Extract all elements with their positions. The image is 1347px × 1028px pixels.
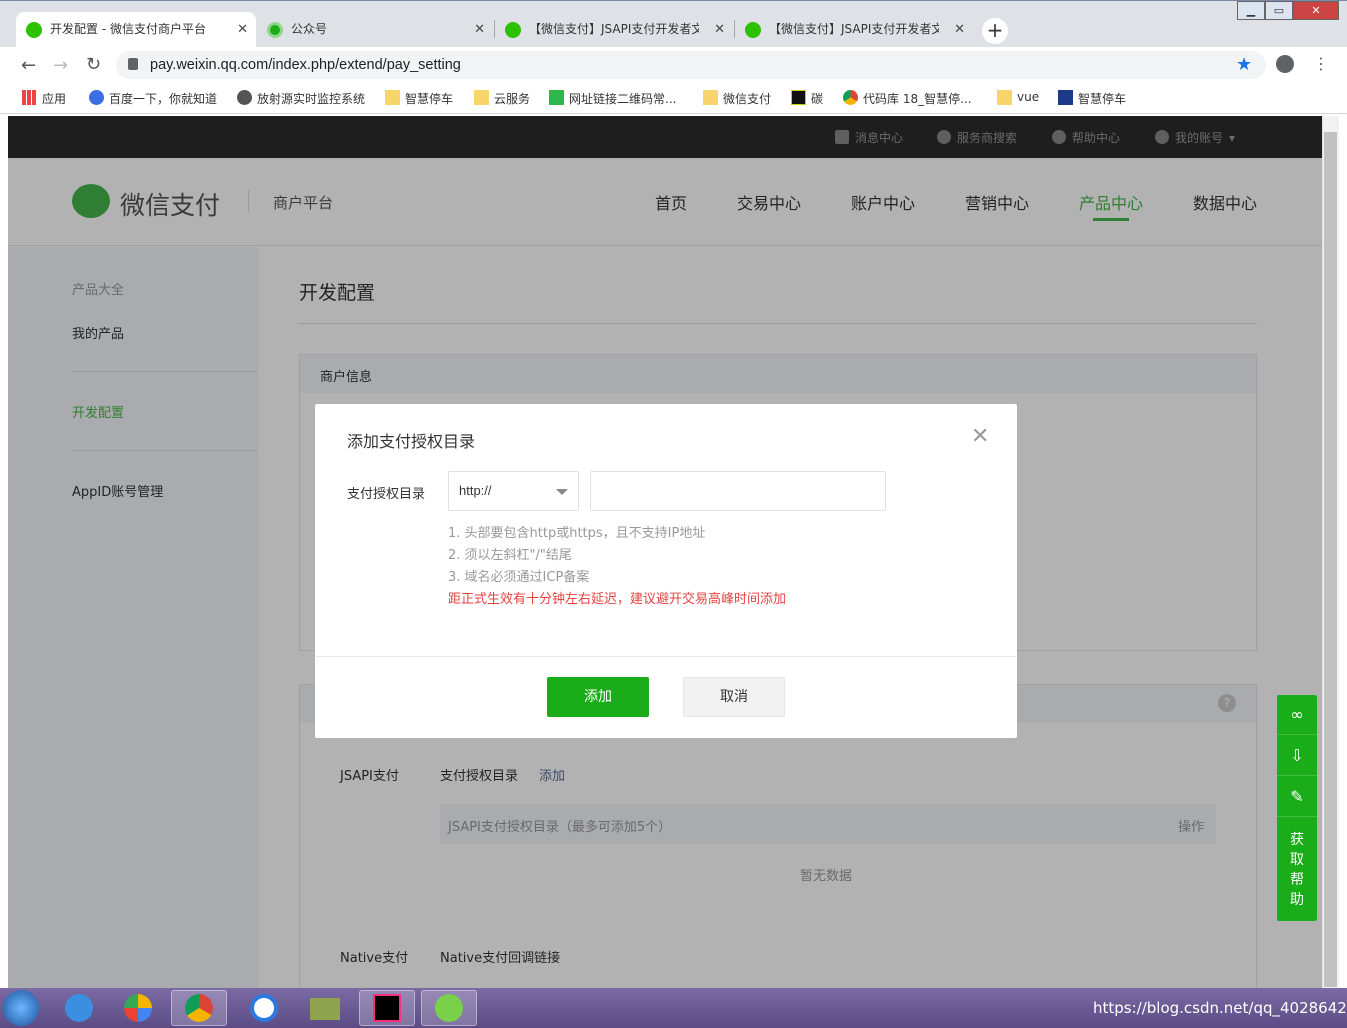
chrome-taskbar-icon[interactable] [171, 990, 227, 1026]
bookmark-label: 智慧停车 [405, 92, 454, 106]
folder-icon [703, 90, 718, 105]
dialog-title: 添加支付授权目录 [347, 432, 476, 451]
back-arrow-icon[interactable]: ← [21, 55, 36, 76]
wechat-taskbar-icon[interactable] [421, 990, 477, 1026]
window-controls: ▁ ▭ ✕ [1237, 1, 1339, 20]
bookmark-parking-2[interactable]: 智慧停车 [1058, 90, 1126, 107]
bookmark-label: vue [1017, 90, 1040, 104]
forward-arrow-icon[interactable]: → [53, 55, 68, 76]
bookmark-baidu[interactable]: 百度一下，你就知道 [89, 90, 217, 107]
menu-dots-icon[interactable]: ⋮ [1313, 54, 1329, 73]
wechat-icon [26, 22, 42, 38]
bookmark-parking[interactable]: 智慧停车 [385, 90, 453, 107]
wechat-mp-icon [267, 22, 283, 38]
folder-icon [474, 90, 489, 105]
add-dir-dialog [315, 404, 1017, 738]
bookmark-qrcode[interactable]: 网址链接二维码常... [549, 90, 676, 107]
scrollbar-thumb[interactable] [1324, 132, 1337, 987]
chevron-down-icon [556, 489, 568, 495]
protocol-value: http:// [459, 483, 492, 498]
qr-icon [549, 90, 564, 105]
baidu-netdisk-icon[interactable] [236, 990, 292, 1026]
tab-active[interactable]: 开发配置 - 微信支付商户平台 ✕ [16, 12, 256, 47]
ie-icon[interactable] [51, 990, 107, 1026]
field-label: 支付授权目录 [347, 487, 426, 502]
maximize-button[interactable]: ▭ [1265, 1, 1293, 20]
bookmark-carbon[interactable]: 碳 [791, 90, 823, 107]
tab-title: 公众号 [291, 22, 328, 36]
get-help-button[interactable]: 获取帮助 [1277, 830, 1317, 910]
bookmark-label: 碳 [811, 92, 824, 106]
apps-grid-icon [22, 90, 37, 105]
bookmark-codebase[interactable]: 代码库 18_智慧停... [843, 90, 972, 107]
bookmark-label: 云服务 [494, 92, 531, 106]
wechat-icon [745, 22, 761, 38]
start-button-icon[interactable] [3, 990, 39, 1026]
hint-3: 3. 域名必须通过ICP备案 [448, 570, 590, 585]
add-button[interactable]: 添加 [547, 677, 649, 717]
unity-folder-icon[interactable] [297, 990, 353, 1026]
tab-close-icon[interactable]: ✕ [714, 12, 725, 47]
hint-2: 2. 须以左斜杠"/"结尾 [448, 548, 572, 563]
bookmark-label: 百度一下，你就知道 [109, 92, 218, 106]
tab-jsapi-doc-1[interactable]: 【微信支付】JSAPI支付开发者文 ✕ [495, 12, 733, 47]
cancel-button[interactable]: 取消 [683, 677, 785, 717]
bookmark-cloud[interactable]: 云服务 [474, 90, 530, 107]
wechat-icon [505, 22, 521, 38]
reload-icon[interactable]: ↻ [86, 54, 101, 75]
url-text[interactable]: pay.weixin.qq.com/index.php/extend/pay_s… [150, 57, 461, 73]
folder-icon [997, 90, 1012, 105]
bookmark-wxpay[interactable]: 微信支付 [703, 90, 771, 107]
tab-close-icon[interactable]: ✕ [237, 12, 248, 47]
chrome-icon [843, 90, 858, 105]
dialog-footer-divider [316, 656, 1016, 657]
bookmark-label: 应用 [42, 92, 67, 106]
tab-jsapi-doc-2[interactable]: 【微信支付】JSAPI支付开发者文 ✕ [735, 12, 973, 47]
path-input[interactable] [590, 471, 886, 511]
lock-icon [128, 58, 138, 70]
tab-close-icon[interactable]: ✕ [954, 12, 965, 47]
bookmark-vue[interactable]: vue [997, 90, 1040, 105]
tab-title: 【微信支付】JSAPI支付开发者文 [529, 22, 699, 36]
close-window-button[interactable]: ✕ [1293, 1, 1339, 20]
bookmark-apps[interactable]: 应用 [22, 90, 66, 107]
download-icon[interactable]: ⇩ [1277, 736, 1317, 776]
link-icon[interactable]: ∞ [1277, 695, 1317, 735]
tab-title: 开发配置 - 微信支付商户平台 [50, 22, 206, 36]
new-tab-button[interactable]: + [982, 18, 1008, 44]
delay-warning: 距正式生效有十分钟左右延迟，建议避开交易高峰时间添加 [448, 592, 787, 607]
close-icon[interactable]: ✕ [971, 424, 989, 449]
hint-1: 1. 头部要包含http或https，且不支持IP地址 [448, 526, 706, 541]
bookmark-star-icon[interactable]: ★ [1236, 54, 1252, 75]
bookmark-label: 网址链接二维码常... [569, 92, 677, 106]
edit-icon[interactable]: ✎ [1277, 777, 1317, 817]
protocol-select[interactable]: http:// [448, 471, 579, 511]
watermark-text: https://blog.csdn.net/qq_40286424 [1093, 999, 1347, 1017]
bookmark-radiation[interactable]: 放射源实时监控系统 [237, 90, 365, 107]
intellij-icon[interactable] [359, 990, 415, 1026]
bookmark-label: 放射源实时监控系统 [257, 92, 366, 106]
tab-gongzhonghao[interactable]: 公众号 ✕ [257, 12, 493, 47]
minimize-button[interactable]: ▁ [1237, 1, 1265, 20]
blue-square-icon [1058, 90, 1073, 105]
tab-close-icon[interactable]: ✕ [474, 12, 485, 47]
pinwheel-app-icon[interactable] [110, 990, 166, 1026]
bookmark-label: 智慧停车 [1078, 92, 1127, 106]
folder-icon [385, 90, 400, 105]
profile-avatar-icon[interactable] [1276, 55, 1294, 73]
c-logo-icon [791, 90, 806, 105]
baidu-paw-icon [89, 90, 104, 105]
globe-icon [237, 90, 252, 105]
bookmark-label: 代码库 18_智慧停... [863, 92, 972, 106]
tab-title: 【微信支付】JSAPI支付开发者文 [769, 22, 939, 36]
bookmark-label: 微信支付 [723, 92, 772, 106]
